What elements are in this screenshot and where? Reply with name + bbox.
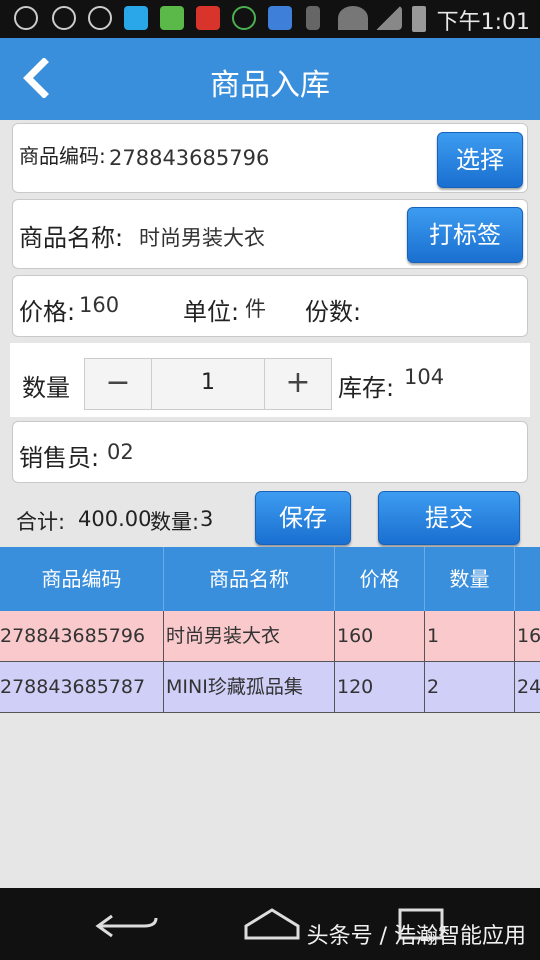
news-icon <box>196 6 220 30</box>
bluetooth-icon <box>306 6 320 30</box>
total-value: 400.00 <box>78 507 152 531</box>
add-circle-icon <box>88 6 112 30</box>
quantity-plus-button[interactable]: + <box>264 358 332 410</box>
cell-amount: 24 <box>517 676 540 698</box>
total-label: 合计: <box>16 510 66 534</box>
cell-name: 时尚男装大衣 <box>164 611 335 661</box>
cell-name: MINI珍藏孤品集 <box>164 662 335 712</box>
cell-qty: 1 <box>425 611 515 661</box>
product-name-row: 商品名称: 时尚男装大衣 打标签 <box>12 199 528 269</box>
unit-value[interactable]: 件 <box>245 293 266 323</box>
signal-icon <box>374 6 402 30</box>
quantity-minus-button[interactable]: − <box>84 358 152 410</box>
cell-price: 160 <box>335 611 425 661</box>
table-row[interactable]: 278843685796 时尚男装大衣 160 1 16 <box>0 611 540 662</box>
seller-label: 销售员: <box>19 444 100 472</box>
battery-icon <box>412 6 426 32</box>
copies-label: 份数: <box>305 298 362 326</box>
seller-row: 销售员: 02 <box>12 421 528 483</box>
column-header-price[interactable]: 价格 <box>335 547 425 611</box>
add-icon <box>14 6 38 30</box>
app-icon <box>124 6 148 30</box>
cell-price: 120 <box>335 662 425 712</box>
seller-value[interactable]: 02 <box>107 440 134 464</box>
select-button[interactable]: 选择 <box>437 132 523 188</box>
browser-icon <box>232 6 256 30</box>
app-icon <box>160 6 184 30</box>
count-value: 3 <box>200 507 214 531</box>
footer-caption: 头条号 / 浩瀚智能应用 <box>306 924 526 949</box>
product-code-value[interactable]: 278843685796 <box>109 146 269 170</box>
product-name-label: 商品名称: <box>19 224 124 252</box>
column-header-qty[interactable]: 数量 <box>425 547 515 611</box>
home-nav-icon[interactable] <box>240 906 304 942</box>
price-row: 价格: 160 单位: 件 份数: <box>12 275 528 337</box>
stock-label: 库存: <box>338 374 395 402</box>
unit-label: 单位: <box>183 298 240 326</box>
product-name-value[interactable]: 时尚男装大衣 <box>139 222 265 252</box>
emoji-icon <box>52 6 76 30</box>
column-header-amount[interactable] <box>515 547 540 611</box>
cell-code: 278843685787 <box>0 662 164 712</box>
clock: 下午1:01 <box>436 10 530 35</box>
table-row[interactable]: 278843685787 MINI珍藏孤品集 120 2 24 <box>0 662 540 713</box>
quantity-input[interactable]: 1 <box>151 358 265 410</box>
price-value[interactable]: 160 <box>79 293 119 317</box>
product-code-row: 商品编码: 278843685796 选择 <box>12 123 528 193</box>
column-header-code[interactable]: 商品编码 <box>0 547 164 611</box>
save-button[interactable]: 保存 <box>255 491 351 545</box>
cell-qty: 2 <box>425 662 515 712</box>
navigation-bar: 头条号 / 浩瀚智能应用 <box>0 888 540 960</box>
cell-code: 278843685796 <box>0 611 164 661</box>
quantity-label: 数量 <box>22 374 70 402</box>
table-header: 商品编码 商品名称 价格 数量 <box>0 547 540 611</box>
print-label-button[interactable]: 打标签 <box>407 207 523 263</box>
stock-value: 104 <box>404 365 445 389</box>
sync-icon <box>268 6 292 30</box>
column-header-name[interactable]: 商品名称 <box>164 547 335 611</box>
status-bar: 下午1:01 <box>0 0 540 38</box>
product-code-label: 商品编码: <box>19 144 106 168</box>
wifi-icon <box>338 6 368 30</box>
cell-amount: 16 <box>517 625 540 647</box>
page-title: 商品入库 <box>210 68 330 103</box>
count-label: 数量: <box>150 510 200 534</box>
back-nav-icon[interactable] <box>92 910 162 944</box>
title-bar: 商品入库 <box>0 38 540 120</box>
price-label: 价格: <box>19 298 76 326</box>
submit-button[interactable]: 提交 <box>378 491 520 545</box>
